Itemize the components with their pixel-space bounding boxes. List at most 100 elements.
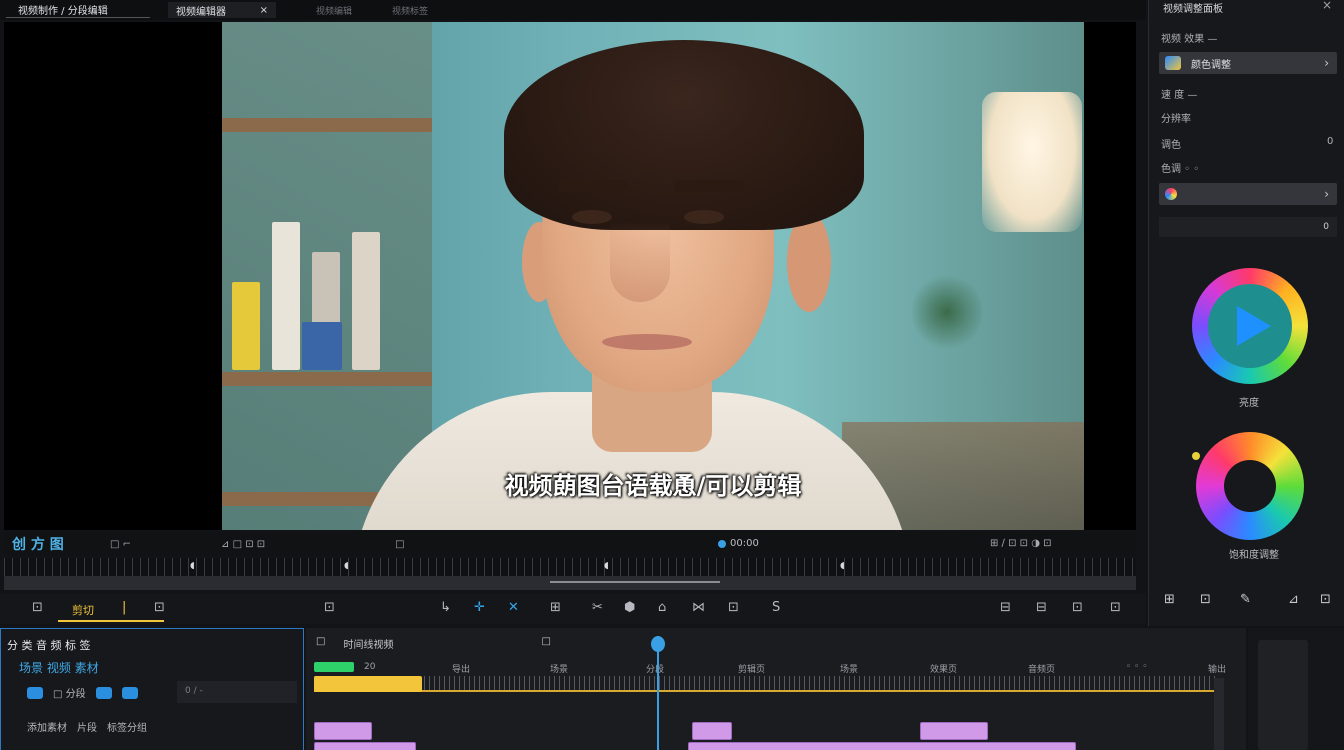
person-mouth bbox=[602, 334, 692, 350]
audio-clip[interactable] bbox=[314, 676, 422, 692]
wheel-handle[interactable] bbox=[1192, 452, 1200, 460]
color-adjust-label: 颜色调整 bbox=[1191, 59, 1231, 71]
effect-icon[interactable]: ⊡ bbox=[728, 600, 739, 615]
palette-icon bbox=[1165, 188, 1177, 200]
timeline-option-icon[interactable]: □ bbox=[541, 636, 550, 651]
video-clip[interactable] bbox=[688, 742, 1076, 750]
resolution-label: 分辨率 bbox=[1161, 114, 1191, 125]
saturation-label: 饱和度调整 bbox=[1229, 550, 1279, 561]
scissors-icon[interactable]: ✂ bbox=[592, 600, 603, 615]
folder-icon[interactable] bbox=[27, 686, 43, 699]
frame-icon[interactable]: ⊞ bbox=[550, 600, 561, 615]
playhead[interactable] bbox=[657, 636, 659, 750]
speed-icon[interactable]: S bbox=[772, 600, 780, 615]
image-icon[interactable] bbox=[121, 686, 138, 699]
grid-icon[interactable]: ⊞ bbox=[1164, 592, 1175, 607]
color-wheel-saturation[interactable] bbox=[1196, 432, 1304, 540]
viewer-ruler[interactable]: ◖ ◖ ◖ ◖ bbox=[4, 558, 1136, 576]
timecode: 00:00 bbox=[718, 538, 759, 549]
viewer-ctrl-b[interactable]: ⊿ □ ⊡ ⊡ bbox=[221, 539, 265, 550]
editor-tab-label: 视频编辑器 bbox=[176, 6, 226, 18]
menu-icon[interactable]: ⊡ bbox=[32, 600, 43, 615]
close-icon[interactable]: × bbox=[1322, 0, 1332, 12]
brightness-label: 亮度 bbox=[1239, 398, 1259, 409]
lamp bbox=[982, 92, 1082, 232]
tab-separator: | bbox=[122, 600, 127, 615]
menu-item-tags[interactable]: 视频标签 bbox=[392, 4, 428, 17]
grading-label: 调色 bbox=[1161, 140, 1181, 151]
adjust-panel-title: 视频调整面板 bbox=[1163, 4, 1223, 15]
media-panel: 分 类 音 频 标 签 场景 视频 素材 □ 分段 0 / - 添加素材 片段 … bbox=[0, 628, 304, 750]
clip-label[interactable]: 片段 bbox=[77, 719, 97, 734]
media-panel-subtitle[interactable]: 场景 视频 素材 bbox=[19, 659, 99, 676]
timeline-labels: 20 导出 场景 分段 剪辑页 场景 效果页 音频页 ◦ ◦ ◦ 输出 bbox=[364, 662, 1227, 675]
split-icon[interactable]: ⋈ bbox=[692, 600, 705, 615]
stack-icon[interactable]: ⊟ bbox=[1036, 600, 1047, 615]
timeline-ruler[interactable] bbox=[314, 676, 1218, 692]
cloud-icon[interactable] bbox=[95, 686, 112, 699]
grid-icon[interactable]: ⊡ bbox=[154, 600, 165, 615]
color-icon bbox=[1165, 56, 1181, 70]
add-media-label[interactable]: 添加素材 bbox=[27, 719, 67, 734]
timeline[interactable]: □ 时间线视频 □ 20 导出 场景 分段 剪辑页 场景 效果页 音频页 ◦ ◦… bbox=[306, 628, 1246, 750]
mini-preview[interactable] bbox=[1258, 640, 1308, 750]
play-icon[interactable] bbox=[1237, 306, 1271, 346]
menu-item-edit[interactable]: 视频编辑 bbox=[316, 4, 352, 17]
edit-toolbar: ⊡ 剪切 | ⊡ ⊡ ↳ ✛ ✕ ⊞ ✂ ⬢ ⌂ ⋈ ⊡ S ⊟ ⊟ ⊡ ⊡ bbox=[0, 594, 1146, 624]
editor-tab[interactable]: 视频编辑器 × bbox=[168, 2, 276, 18]
timeline-title: 时间线视频 bbox=[343, 640, 394, 651]
video-viewer[interactable]: 视频蓢图台语载恿/可以剪辑 bbox=[4, 22, 1136, 530]
timeline-menu-icon[interactable]: □ bbox=[316, 636, 325, 651]
viewer-ctrl-a[interactable]: □ ⌐ bbox=[110, 539, 131, 550]
export-icon[interactable]: ⊟ bbox=[1000, 600, 1011, 615]
color-adjust-bar[interactable]: 颜色调整 › bbox=[1159, 52, 1337, 74]
tone-label: 色调 ◦ ◦ bbox=[1161, 164, 1200, 175]
mini-panel bbox=[1248, 628, 1344, 750]
screen-icon[interactable]: ⊡ bbox=[1110, 600, 1121, 615]
shape-icon[interactable]: ⬢ bbox=[624, 600, 635, 615]
video-clip[interactable] bbox=[692, 722, 732, 740]
home-icon[interactable]: ⌂ bbox=[658, 600, 666, 615]
speed-label: 速 度 — bbox=[1161, 90, 1198, 101]
cross-icon[interactable]: ✕ bbox=[508, 600, 519, 615]
media-panel-title: 分 类 音 频 标 签 bbox=[7, 639, 91, 652]
record-dot-icon bbox=[718, 539, 726, 548]
adjust-tools: ⊞ ⊡ ✎ ⊿ ⊡ bbox=[1148, 586, 1344, 614]
save-icon[interactable]: ⊡ bbox=[1072, 600, 1083, 615]
viewer-ctrl-c[interactable]: □ bbox=[395, 539, 404, 550]
media-row-label[interactable]: □ 分段 bbox=[53, 685, 86, 700]
video-frame: 视频蓢图台语载恿/可以剪辑 bbox=[222, 22, 1084, 530]
viewer-title: 创 方 图 bbox=[12, 537, 64, 553]
playhead-handle[interactable] bbox=[651, 636, 665, 652]
tone-bar[interactable]: › bbox=[1159, 183, 1337, 205]
pen-icon[interactable]: ✎ bbox=[1240, 592, 1251, 607]
viewer-controls: 创 方 图 □ ⌐ ⊿ □ ⊡ ⊡ □ 00:00 ⊞ ∕ ⊡ ⊡ ◑ ⊡ bbox=[4, 532, 1136, 556]
video-clip[interactable] bbox=[314, 722, 372, 740]
scrub-bar[interactable] bbox=[4, 576, 1136, 590]
video-clip[interactable] bbox=[920, 722, 988, 740]
top-bar: 视频制作 / 分段编辑 视频编辑器 × 视频编辑 视频标签 bbox=[0, 0, 1146, 20]
tab-cut[interactable]: 剪切 bbox=[72, 602, 94, 618]
arrow-icon[interactable]: ↳ bbox=[440, 600, 451, 615]
frame-icon[interactable]: ⊡ bbox=[1200, 592, 1211, 607]
layout-icon[interactable]: ⊡ bbox=[324, 600, 335, 615]
project-tab[interactable]: 视频制作 / 分段编辑 bbox=[6, 2, 150, 18]
close-icon[interactable]: × bbox=[260, 5, 268, 16]
video-clip[interactable] bbox=[314, 742, 416, 750]
viewer-right-tools[interactable]: ⊞ ∕ ⊡ ⊡ ◑ ⊡ bbox=[990, 538, 1052, 549]
chevron-right-icon: › bbox=[1324, 56, 1329, 70]
plant bbox=[912, 272, 982, 352]
timeline-scrollbar[interactable] bbox=[1214, 678, 1224, 750]
scrub-progress[interactable] bbox=[550, 581, 720, 583]
value-input[interactable]: 0 bbox=[1159, 217, 1337, 237]
tag-group-label[interactable]: 标签分组 bbox=[107, 719, 147, 734]
export-icon[interactable]: ⊡ bbox=[1320, 592, 1331, 607]
timecode-value: 00:00 bbox=[730, 538, 759, 549]
grading-value: 0 bbox=[1327, 136, 1334, 147]
active-tab-underline bbox=[58, 620, 164, 622]
crop-icon[interactable]: ⊿ bbox=[1288, 592, 1299, 607]
color-wheel-brightness[interactable] bbox=[1192, 268, 1308, 384]
move-icon[interactable]: ✛ bbox=[474, 600, 485, 615]
media-filter-field[interactable]: 0 / - bbox=[177, 681, 297, 703]
subtitle-text[interactable]: 视频蓢图台语载恿/可以剪辑 bbox=[222, 466, 1084, 501]
